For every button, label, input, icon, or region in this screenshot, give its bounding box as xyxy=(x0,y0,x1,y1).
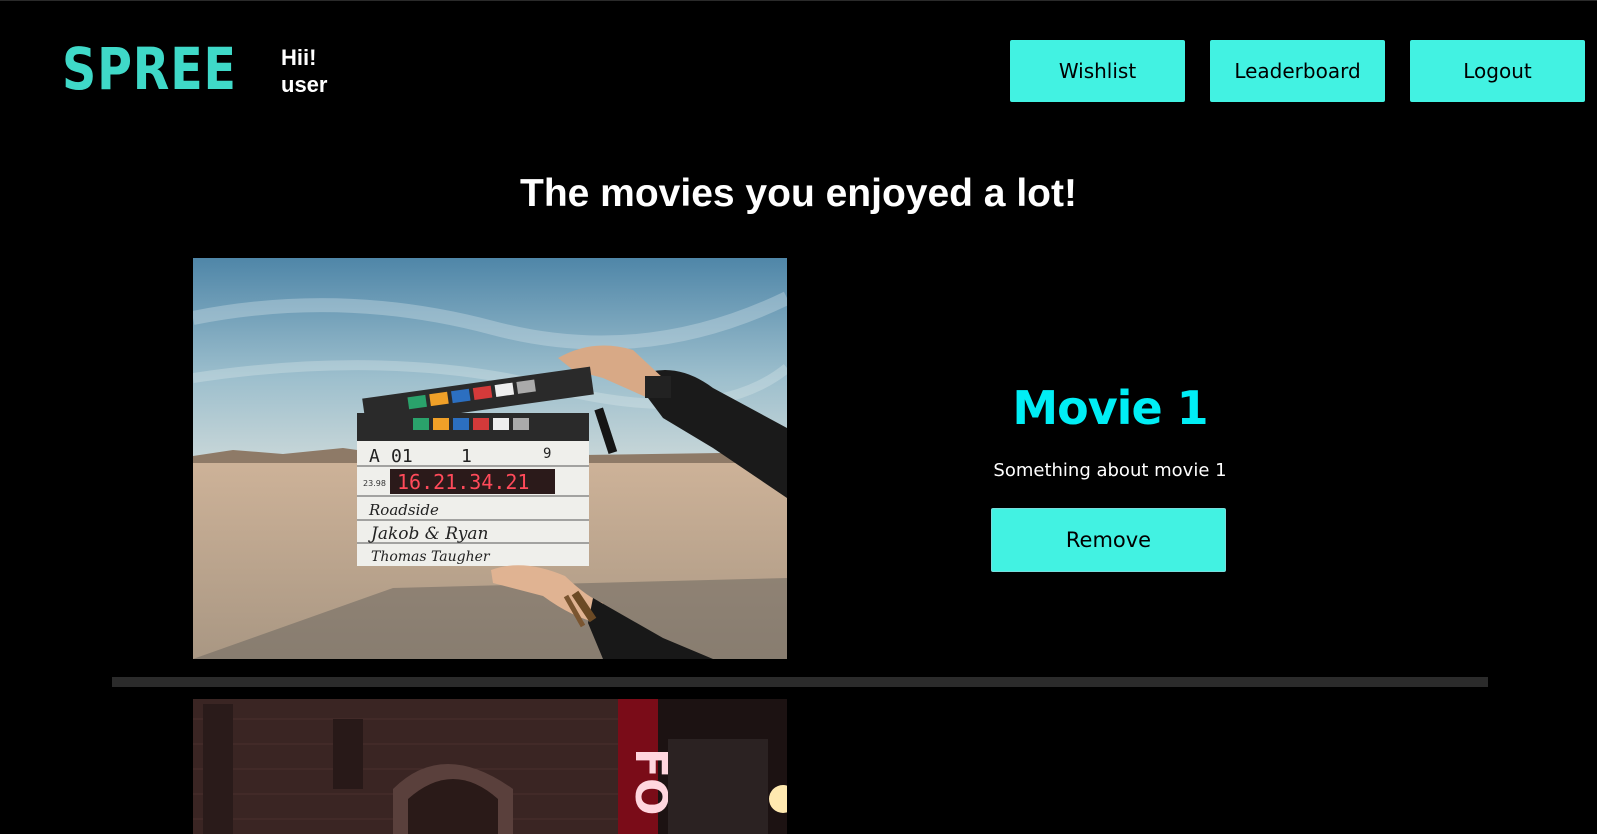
greeting-hi: Hii! xyxy=(281,45,317,70)
movie-2-image: FO xyxy=(193,699,787,834)
movie-1-image: A 01 1 9 23.98 16.21.34.21 Roadside Jako… xyxy=(193,258,787,659)
logout-button[interactable]: Logout xyxy=(1410,40,1585,102)
movie-1-remove-button[interactable]: Remove xyxy=(991,508,1226,572)
clapper-scene: 01 xyxy=(391,446,413,467)
clapper-roll: A xyxy=(369,446,380,467)
movie-divider xyxy=(112,677,1488,687)
leaderboard-button[interactable]: Leaderboard xyxy=(1210,40,1385,102)
user-greeting: Hii! user xyxy=(281,44,327,98)
wishlist-button[interactable]: Wishlist xyxy=(1010,40,1185,102)
clapper-take: 1 xyxy=(461,446,472,467)
page-title: The movies you enjoyed a lot! xyxy=(520,172,1077,215)
clapper-production: Roadside xyxy=(368,501,439,519)
clapper-fps: 23.98 xyxy=(363,479,386,488)
greeting-username: user xyxy=(281,72,328,97)
spree-logo[interactable]: SPREE xyxy=(62,36,237,102)
movie-1-description: Something about movie 1 xyxy=(993,460,1227,481)
clapper-timecode: 16.21.34.21 xyxy=(397,470,529,494)
clapper-camera: Thomas Taugher xyxy=(371,549,491,565)
movie-1-title: Movie 1 xyxy=(1012,381,1208,435)
clapper-number: 9 xyxy=(543,446,551,462)
top-border xyxy=(0,0,1597,1)
clapper-director: Jakob & Ryan xyxy=(368,524,489,544)
clapperboard-photo: A 01 1 9 23.98 16.21.34.21 Roadside Jako… xyxy=(193,258,787,659)
theater-photo: FO xyxy=(193,699,787,834)
